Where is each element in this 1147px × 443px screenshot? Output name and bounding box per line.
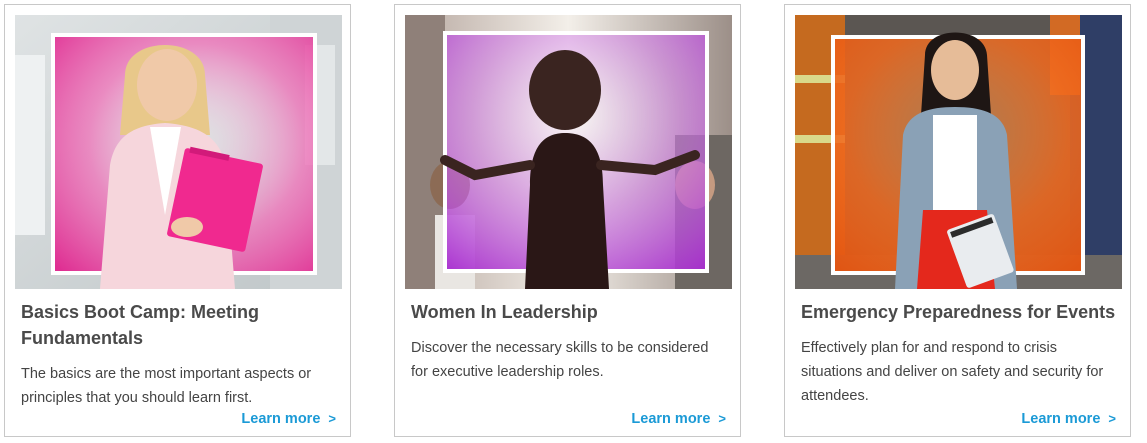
- learn-more-label[interactable]: Learn more: [631, 411, 710, 427]
- chevron-right-icon: >: [1108, 411, 1116, 426]
- course-image-emergency-preparedness[interactable]: [795, 15, 1122, 289]
- card-title[interactable]: Basics Boot Camp: Meeting Fundamentals: [21, 299, 336, 351]
- learn-more-link[interactable]: Learn more >: [241, 409, 336, 429]
- card-title[interactable]: Emergency Preparedness for Events: [801, 299, 1116, 325]
- chevron-right-icon: >: [718, 411, 726, 426]
- card-description: Discover the necessary skills to be cons…: [411, 340, 709, 380]
- learn-more-label[interactable]: Learn more: [241, 411, 320, 427]
- woman-with-responders-photo: [795, 15, 1122, 289]
- course-card-emergency-preparedness[interactable]: Emergency Preparedness for Events Effect…: [784, 4, 1131, 437]
- course-card-women-in-leadership[interactable]: Women In Leadership Discover the necessa…: [394, 4, 741, 437]
- card-description: Effectively plan for and respond to cris…: [801, 340, 1104, 404]
- woman-presenting-photo: [405, 15, 732, 289]
- learn-more-link[interactable]: Learn more >: [1021, 409, 1116, 429]
- card-description: The basics are the most important aspect…: [21, 366, 312, 406]
- chevron-right-icon: >: [328, 411, 336, 426]
- card-title[interactable]: Women In Leadership: [411, 299, 726, 325]
- woman-with-clipboard-photo: [15, 15, 342, 289]
- course-card-basics-boot-camp[interactable]: Basics Boot Camp: Meeting Fundamentals T…: [4, 4, 351, 437]
- learn-more-link[interactable]: Learn more >: [631, 409, 726, 429]
- course-cards: Basics Boot Camp: Meeting Fundamentals T…: [0, 0, 1147, 443]
- learn-more-label[interactable]: Learn more: [1021, 411, 1100, 427]
- course-image-basics-boot-camp[interactable]: [15, 15, 342, 289]
- course-image-women-in-leadership[interactable]: [405, 15, 732, 289]
